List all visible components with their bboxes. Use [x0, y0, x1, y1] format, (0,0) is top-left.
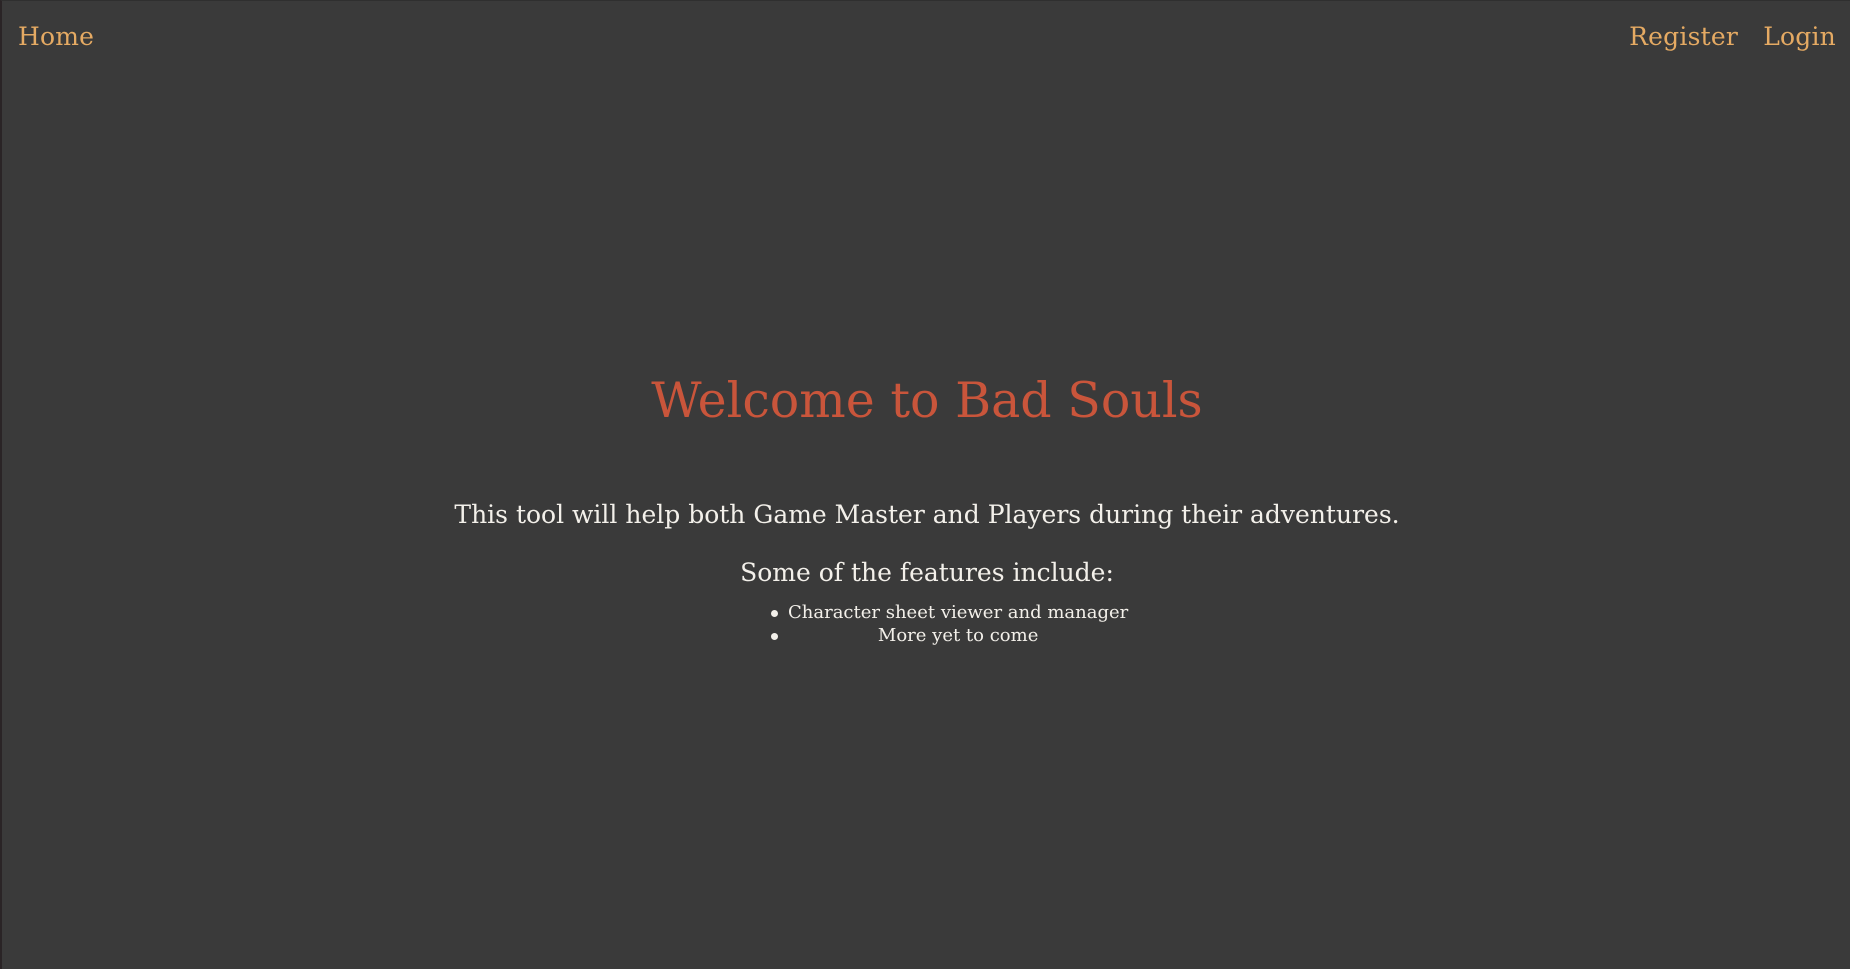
bullet-icon: [771, 610, 778, 617]
intro-text: This tool will help both Game Master and…: [454, 500, 1400, 529]
bullet-icon: [771, 633, 778, 640]
register-link[interactable]: Register: [1629, 19, 1738, 55]
features-list: Character sheet viewer and manager More …: [768, 601, 1128, 647]
feature-label: More yet to come: [877, 625, 1039, 646]
list-item: Character sheet viewer and manager: [768, 601, 1128, 624]
page: Home Register Login Welcome to Bad Souls…: [0, 0, 1850, 969]
feature-label: Character sheet viewer and manager: [788, 602, 1129, 623]
features-heading: Some of the features include:: [740, 558, 1114, 587]
home-link[interactable]: Home: [18, 19, 94, 55]
list-item: More yet to come: [768, 624, 1128, 647]
login-link[interactable]: Login: [1763, 19, 1836, 55]
page-title: Welcome to Bad Souls: [651, 372, 1203, 429]
